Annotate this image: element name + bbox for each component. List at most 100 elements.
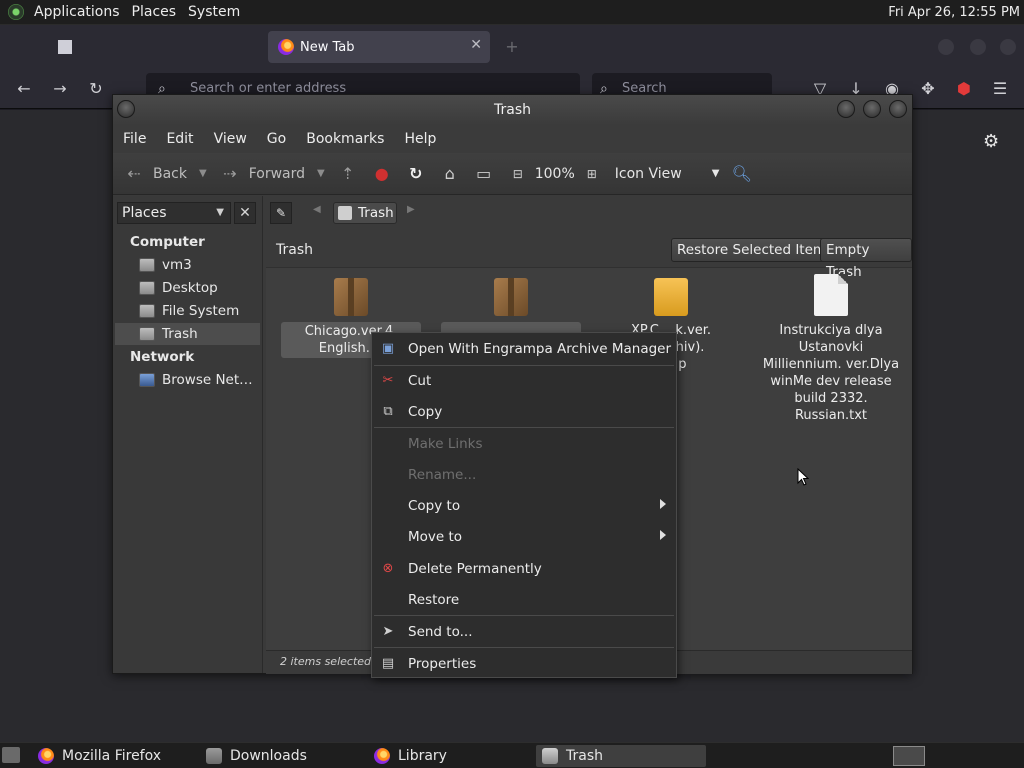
gear-icon[interactable]: ⚙: [983, 131, 999, 152]
menu-item-cut[interactable]: ✂ Cut: [372, 366, 676, 396]
close-button[interactable]: [889, 100, 907, 118]
menu-item-properties[interactable]: ▤ Properties: [372, 649, 676, 679]
reload-button[interactable]: ↻: [399, 157, 433, 191]
applications-menu[interactable]: Applications: [28, 0, 126, 25]
context-menu: ▣ Open With Engrampa Archive Manager ✂ C…: [371, 332, 677, 678]
menu-item-label: Cut: [408, 373, 432, 389]
maximize-button[interactable]: [863, 100, 881, 118]
properties-icon: ▤: [381, 656, 395, 671]
menu-item-delete-permanently[interactable]: ⊗ Delete Permanently: [372, 554, 676, 584]
minimize-button[interactable]: [837, 100, 855, 118]
menu-go[interactable]: Go: [257, 125, 296, 153]
text-file-icon: [814, 274, 848, 316]
sidebar: Places ▼ ✕ Computer vm3 Desktop File Sys…: [113, 196, 263, 673]
chevron-left-icon[interactable]: ◀: [313, 204, 321, 215]
folder-icon: [206, 748, 222, 764]
reload-icon[interactable]: ↻: [86, 79, 106, 99]
restore-selected-button[interactable]: Restore Selected Items: [671, 238, 840, 262]
sidebar-item-browse-network[interactable]: Browse Net…: [115, 369, 260, 391]
network-icon: [139, 373, 155, 387]
reload-icon: ↻: [409, 163, 423, 183]
places-menu[interactable]: Places: [126, 0, 183, 25]
search-button[interactable]: 🔍︎: [725, 157, 759, 191]
menu-item-copy-to[interactable]: Copy to: [372, 491, 676, 521]
forward-arrow-icon: ⇢: [223, 163, 237, 183]
menu-item-restore[interactable]: Restore: [372, 585, 676, 615]
workspace-switcher[interactable]: [893, 746, 925, 766]
zoom-out-button[interactable]: ⊟: [501, 157, 535, 191]
up-arrow-icon: ⇡: [341, 163, 355, 183]
new-tab-icon[interactable]: +: [502, 37, 522, 57]
minimize-button[interactable]: [938, 39, 954, 55]
desktop-folder-icon: [139, 281, 155, 295]
menu-item-open-with-engrampa[interactable]: ▣ Open With Engrampa Archive Manager: [372, 334, 676, 364]
ublock-icon[interactable]: ⬢: [954, 79, 974, 99]
forward-arrow-icon[interactable]: →: [50, 79, 70, 99]
menu-item-make-links: Make Links: [372, 429, 676, 459]
close-window-button[interactable]: [1000, 39, 1016, 55]
menu-bookmarks[interactable]: Bookmarks: [296, 125, 394, 153]
menu-item-send-to[interactable]: ➤ Send to...: [372, 617, 676, 647]
taskbar-item-firefox[interactable]: Mozilla Firefox: [32, 745, 196, 767]
sidebar-item-desktop[interactable]: Desktop: [115, 277, 260, 299]
chevron-down-icon: ▼: [216, 207, 224, 218]
firefox-tab-library[interactable]: [48, 31, 258, 63]
up-button[interactable]: ⇡: [331, 157, 365, 191]
firefox-tab-newtab[interactable]: New Tab ✕: [268, 31, 490, 63]
sidebar-item-label: Trash: [162, 326, 198, 342]
clock[interactable]: Fri Apr 26, 12:55 PM: [888, 0, 1020, 25]
drive-icon: [139, 304, 155, 318]
sidebar-mode-select[interactable]: Places ▼: [117, 202, 231, 224]
extensions-icon[interactable]: ✥: [918, 79, 938, 99]
file-label-line: k.ver.: [675, 323, 712, 338]
menu-item-copy[interactable]: ⧉ Copy: [372, 397, 676, 427]
sidebar-item-filesystem[interactable]: File System: [115, 300, 260, 322]
window-menu-button[interactable]: [117, 100, 135, 118]
zoom-level: 100%: [534, 165, 575, 182]
sidebar-item-vm3[interactable]: vm3: [115, 254, 260, 276]
menu-edit[interactable]: Edit: [156, 125, 203, 153]
show-desktop-icon[interactable]: [2, 747, 20, 763]
breadcrumb-trash[interactable]: Trash: [333, 202, 397, 224]
firefox-icon: [278, 39, 294, 55]
home-button[interactable]: ⌂: [433, 157, 467, 191]
forward-button[interactable]: ⇢ Forward: [213, 157, 311, 191]
forward-history-dropdown[interactable]: ▼: [317, 168, 325, 179]
back-button[interactable]: ⇠ Back: [113, 157, 193, 191]
menu-file[interactable]: File: [113, 125, 156, 153]
menu-icon[interactable]: ☰: [990, 79, 1010, 99]
empty-trash-button[interactable]: Empty Trash: [820, 238, 912, 280]
stop-button[interactable]: ●: [365, 157, 399, 191]
taskbar-item-library[interactable]: Library: [368, 745, 532, 767]
mate-logo-icon[interactable]: [8, 4, 24, 20]
close-tab-icon[interactable]: ✕: [470, 37, 482, 53]
maximize-button[interactable]: [970, 39, 986, 55]
system-menu[interactable]: System: [182, 0, 246, 25]
menu-item-move-to[interactable]: Move to: [372, 522, 676, 552]
view-mode-select[interactable]: Icon View ▼: [609, 157, 725, 191]
computer-button[interactable]: ▭: [467, 157, 501, 191]
menu-separator: [374, 427, 674, 428]
menu-view[interactable]: View: [204, 125, 257, 153]
zoom-in-button[interactable]: ⊞: [575, 157, 609, 191]
infobar-label: Trash: [276, 242, 313, 258]
close-icon[interactable]: ✕: [234, 202, 256, 224]
taskbar-item-trash[interactable]: Trash: [536, 745, 706, 767]
trash-icon: [338, 206, 352, 220]
sidebar-item-trash[interactable]: Trash: [115, 323, 260, 345]
delete-icon: ⊗: [382, 561, 394, 576]
menu-item-label: Open With Engrampa Archive Manager: [408, 341, 672, 357]
menu-help[interactable]: Help: [394, 125, 446, 153]
chevron-right-icon[interactable]: ▶: [407, 204, 415, 215]
forward-label: Forward: [248, 165, 306, 182]
taskbar-item-downloads[interactable]: Downloads: [200, 745, 364, 767]
back-arrow-icon[interactable]: ←: [14, 79, 34, 99]
menu-separator: [374, 647, 674, 648]
sidebar-item-label: Desktop: [162, 280, 218, 296]
back-history-dropdown[interactable]: ▼: [199, 168, 207, 179]
edit-location-icon[interactable]: ✎: [270, 202, 292, 224]
file-item[interactable]: Instrukciya dlya Ustanovki Milliennium. …: [761, 274, 901, 424]
window-title-bar[interactable]: Trash: [113, 95, 912, 125]
search-icon: 🔍︎: [731, 163, 752, 183]
file-label: Instrukciya dlya Ustanovki Milliennium. …: [762, 323, 900, 423]
